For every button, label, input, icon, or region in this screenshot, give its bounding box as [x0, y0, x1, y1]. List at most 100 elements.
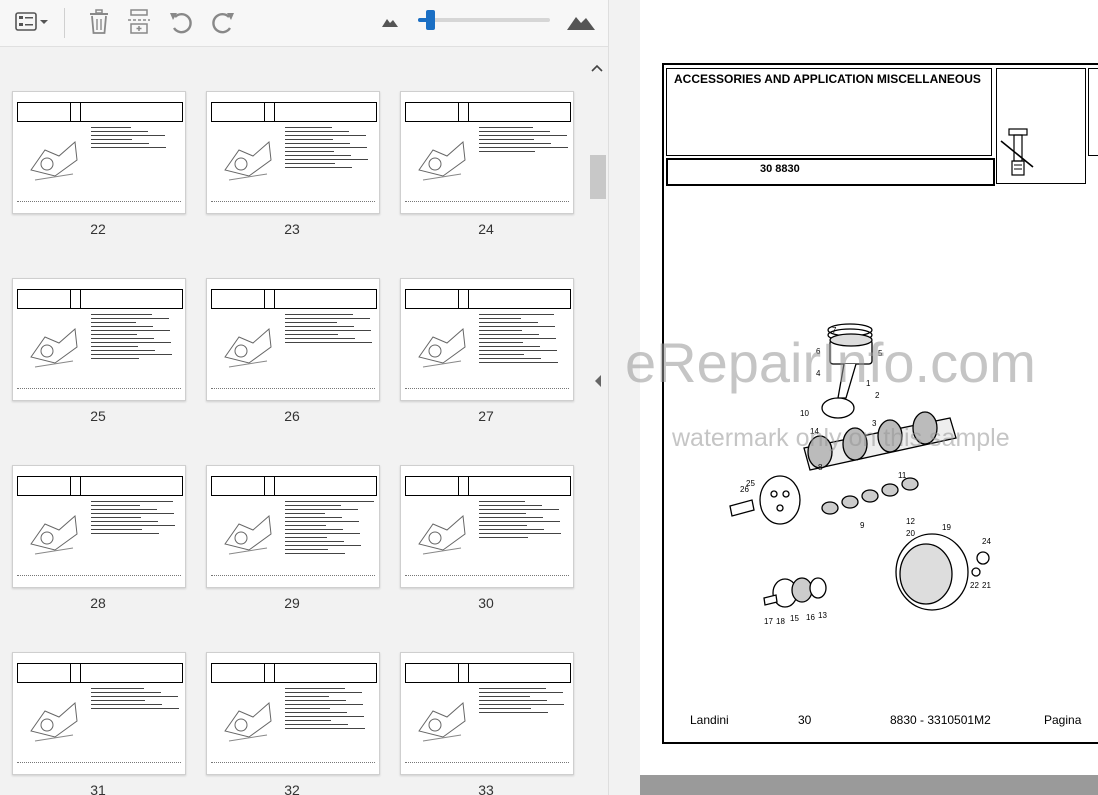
page-thumbnail[interactable]: [12, 91, 186, 214]
thumb-diagram: [25, 504, 83, 560]
viewer-bottom-bar: [640, 775, 1098, 795]
thumb-footer: [405, 201, 569, 205]
page-code: 30 8830: [760, 163, 800, 175]
footer-group: 30: [798, 713, 812, 727]
large-mountain-icon: [566, 13, 596, 31]
diagram-label: 9: [860, 521, 865, 530]
rotate-left-button[interactable]: [166, 6, 196, 38]
insert-page-button[interactable]: [124, 6, 154, 38]
page-number-label: 22: [90, 221, 106, 237]
code-box: [666, 158, 995, 186]
thumb-footer: [17, 575, 181, 579]
thumb-footer: [405, 762, 569, 766]
page-thumbnail[interactable]: [206, 91, 380, 214]
page-thumbnail[interactable]: [400, 91, 574, 214]
thumbnail-size-slider[interactable]: [418, 10, 550, 30]
zoom-out-button[interactable]: [378, 6, 402, 38]
footer-model: 8830 - 3310501M2: [890, 713, 991, 727]
page-title: ACCESSORIES AND APPLICATION MISCELLANEOU…: [674, 72, 981, 86]
page-thumbnail[interactable]: [400, 465, 574, 588]
thumb-text: [285, 685, 375, 745]
scroll-thumb[interactable]: [590, 155, 606, 199]
thumb-header: [211, 476, 377, 496]
diagram-label: 11: [898, 471, 907, 480]
thumb-text: [91, 498, 181, 558]
page-thumbnail[interactable]: [400, 278, 574, 401]
slider-handle[interactable]: [426, 10, 435, 30]
category-icon-box: [996, 68, 1086, 184]
diagram-label: 12: [906, 517, 915, 526]
page-thumbnail[interactable]: [206, 465, 380, 588]
footer-page-word: Pagina: [1044, 713, 1082, 727]
diagram-label: 22: [970, 581, 979, 590]
diagram-label: 19: [942, 523, 951, 532]
footer-brand: Landini: [690, 713, 729, 727]
thumb-text: [91, 685, 181, 745]
chevron-up-icon: [591, 64, 603, 72]
watermark-sub: watermark only on this sample: [672, 424, 1010, 452]
thumb-text: [479, 311, 569, 371]
rotate-right-button[interactable]: [208, 6, 238, 38]
page-thumbnail[interactable]: [206, 278, 380, 401]
thumb-footer: [17, 388, 181, 392]
page-thumbnail[interactable]: [12, 652, 186, 775]
diagram-label: 26: [740, 485, 749, 494]
thumb-text: [479, 124, 569, 184]
panel-splitter[interactable]: [595, 0, 641, 795]
page-number-label: 30: [478, 595, 494, 611]
collapse-arrow-icon[interactable]: [593, 373, 603, 389]
page-thumbnail[interactable]: [12, 278, 186, 401]
toolbar-divider: [64, 8, 65, 38]
trash-icon: [88, 9, 110, 35]
thumb-footer: [17, 762, 181, 766]
thumb-header: [211, 289, 377, 309]
insert-page-icon: [127, 9, 151, 35]
page-thumbnail[interactable]: [206, 652, 380, 775]
diagram-label: 17: [764, 617, 773, 626]
thumb-text: [285, 311, 375, 371]
thumbnail-scrollbar[interactable]: [588, 47, 606, 795]
thumb-diagram: [219, 130, 277, 186]
zoom-in-button[interactable]: [564, 6, 598, 38]
thumb-footer: [211, 388, 375, 392]
page-number-label: 27: [478, 408, 494, 424]
page-thumbnail[interactable]: [400, 652, 574, 775]
page-number-label: 29: [284, 595, 300, 611]
page-thumbnail[interactable]: [12, 465, 186, 588]
thumb-diagram: [25, 691, 83, 747]
diagram-label: 8: [818, 463, 823, 472]
thumb-header: [405, 476, 571, 496]
thumb-text: [285, 124, 375, 184]
thumb-text: [479, 498, 569, 558]
thumb-header: [405, 663, 571, 683]
thumb-text: [479, 685, 569, 745]
rotate-right-icon: [210, 9, 236, 35]
scroll-up-arrow[interactable]: [588, 61, 606, 75]
diagram-label: 21: [982, 581, 991, 590]
thumbnail-panel: 22 23 24 25 26 27 28 29 30 31 32 33: [0, 47, 608, 795]
thumb-footer: [405, 575, 569, 579]
thumb-header: [405, 102, 571, 122]
page-number-label: 28: [90, 595, 106, 611]
rotate-left-icon: [168, 9, 194, 35]
diagram-label: 16: [806, 613, 815, 622]
thumb-footer: [17, 201, 181, 205]
thumb-text: [285, 498, 375, 558]
thumb-diagram: [413, 130, 471, 186]
thumb-text: [91, 311, 181, 371]
small-mountain-icon: [381, 16, 399, 28]
diagram-label: 20: [906, 529, 915, 538]
page-number-label: 24: [478, 221, 494, 237]
thumb-footer: [211, 575, 375, 579]
thumbnail-view-icon: [15, 12, 39, 32]
thumb-diagram: [219, 317, 277, 373]
thumbnail-toolbar: [0, 0, 608, 47]
secondary-box: [1088, 68, 1098, 156]
diagram-label: 13: [818, 611, 827, 620]
view-mode-button[interactable]: [10, 6, 54, 38]
thumb-diagram: [219, 691, 277, 747]
page-number-label: 31: [90, 782, 106, 795]
delete-page-button[interactable]: [84, 6, 114, 38]
thumb-diagram: [25, 317, 83, 373]
diagram-label: 10: [800, 409, 809, 418]
